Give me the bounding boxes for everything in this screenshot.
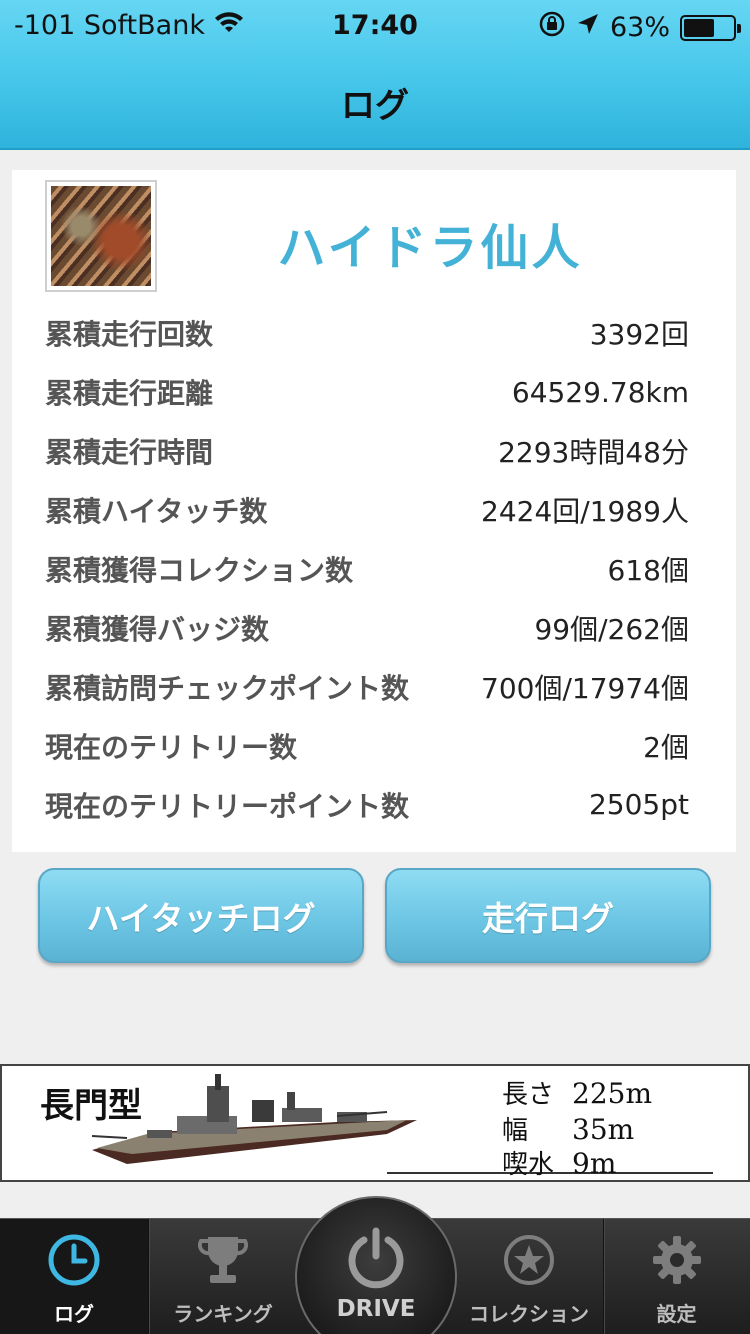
- top-bar: -101 SoftBank 17:40 63% ログ: [0, 0, 750, 150]
- spec-draft: 喫水 9m: [502, 1144, 616, 1181]
- battery-fill: [684, 18, 714, 37]
- tab-label: コレクション: [469, 1302, 589, 1326]
- stat-row: 累積走行回数 3392回: [45, 304, 689, 363]
- stat-row: 現在のテリトリーポイント数 2505pt: [45, 775, 689, 834]
- spec-value: 35m: [572, 1113, 635, 1146]
- spec-value: 9m: [572, 1147, 617, 1180]
- trophy-icon: [197, 1233, 249, 1292]
- avatar[interactable]: [45, 180, 157, 292]
- tab-settings[interactable]: 設定: [603, 1219, 750, 1334]
- page-title: ログ: [341, 86, 409, 126]
- stat-value: 2293時間48分: [498, 436, 689, 470]
- stats-list: 累積走行回数 3392回 累積走行距離 64529.78km 累積走行時間 2293時…: [45, 304, 689, 834]
- stat-value: 2個: [643, 730, 689, 764]
- drive-label: DRIVE: [336, 1296, 416, 1322]
- stat-row: 累積ハイタッチ数 2424回/1989人: [45, 481, 689, 540]
- stat-row: 累積獲得コレクション数 618個: [45, 540, 689, 599]
- stat-label: 累積ハイタッチ数: [45, 495, 268, 529]
- stat-label: 累積走行時間: [45, 436, 214, 470]
- gear-icon: [650, 1233, 704, 1292]
- battery-percent: 63%: [609, 12, 670, 43]
- stat-value: 618個: [607, 554, 689, 587]
- tab-collection[interactable]: コレクション: [455, 1219, 603, 1334]
- spec-key: 喫水: [502, 1150, 555, 1180]
- tab-log[interactable]: ログ: [0, 1219, 148, 1334]
- clock-icon: [47, 1233, 101, 1292]
- ad-banner[interactable]: 長門型 長さ 225m 幅 35m 喫水 9m: [0, 1064, 750, 1182]
- spec-value: 225m: [572, 1077, 652, 1110]
- tab-label: 設定: [656, 1302, 697, 1326]
- stat-label: 累積獲得バッジ数: [45, 612, 270, 646]
- stat-row: 累積獲得バッジ数 99個/262個: [45, 598, 689, 657]
- stat-value: 2424回/1989人: [481, 495, 689, 529]
- avatar-image: [51, 186, 151, 286]
- stat-label: 累積走行回数: [45, 318, 214, 352]
- stat-row: 累積走行距離 64529.78km: [45, 363, 689, 422]
- drive-log-button[interactable]: 走行ログ: [385, 868, 711, 963]
- spec-width: 幅 35m: [502, 1110, 634, 1147]
- spec-key: 幅: [502, 1116, 529, 1146]
- battery-icon: [680, 14, 741, 41]
- stat-row: 現在のテリトリー数 2個: [45, 716, 689, 775]
- spec-length: 長さ 225m: [502, 1074, 652, 1111]
- stat-label: 現在のテリトリーポイント数: [45, 789, 410, 823]
- star-icon: [502, 1233, 556, 1292]
- stat-value: 2505pt: [588, 788, 689, 822]
- stat-value: 700個/17974個: [481, 671, 689, 705]
- stats-card: ハイドラ仙人 累積走行回数 3392回 累積走行距離 64529.78km 累積走行…: [12, 170, 736, 852]
- tab-label: ランキング: [173, 1302, 273, 1326]
- stat-value: 99個/262個: [534, 612, 689, 646]
- username: ハイドラ仙人: [277, 220, 583, 276]
- stat-row: 累積訪問チェックポイント数 700個/17974個: [45, 657, 689, 716]
- spec-key: 長さ: [502, 1080, 555, 1110]
- stat-label: 累積訪問チェックポイント数: [45, 671, 410, 705]
- tab-label: ログ: [54, 1302, 94, 1326]
- battleship-illustration: [91, 1074, 417, 1164]
- stat-value: 64529.78km: [511, 375, 689, 409]
- stat-label: 累積獲得コレクション数: [45, 554, 354, 587]
- power-icon: [348, 1227, 404, 1289]
- status-bar: -101 SoftBank 17:40 63%: [0, 8, 750, 44]
- rotation-lock-icon: [538, 10, 566, 45]
- stat-label: 累積走行距離: [45, 377, 214, 411]
- tab-ranking[interactable]: ランキング: [148, 1219, 298, 1334]
- stat-value: 3392回: [589, 318, 689, 352]
- stat-label: 現在のテリトリー数: [45, 730, 298, 764]
- hightouch-log-button[interactable]: ハイタッチログ: [38, 868, 364, 963]
- stat-row: 累積走行時間 2293時間48分: [45, 422, 689, 481]
- location-icon: [576, 12, 600, 43]
